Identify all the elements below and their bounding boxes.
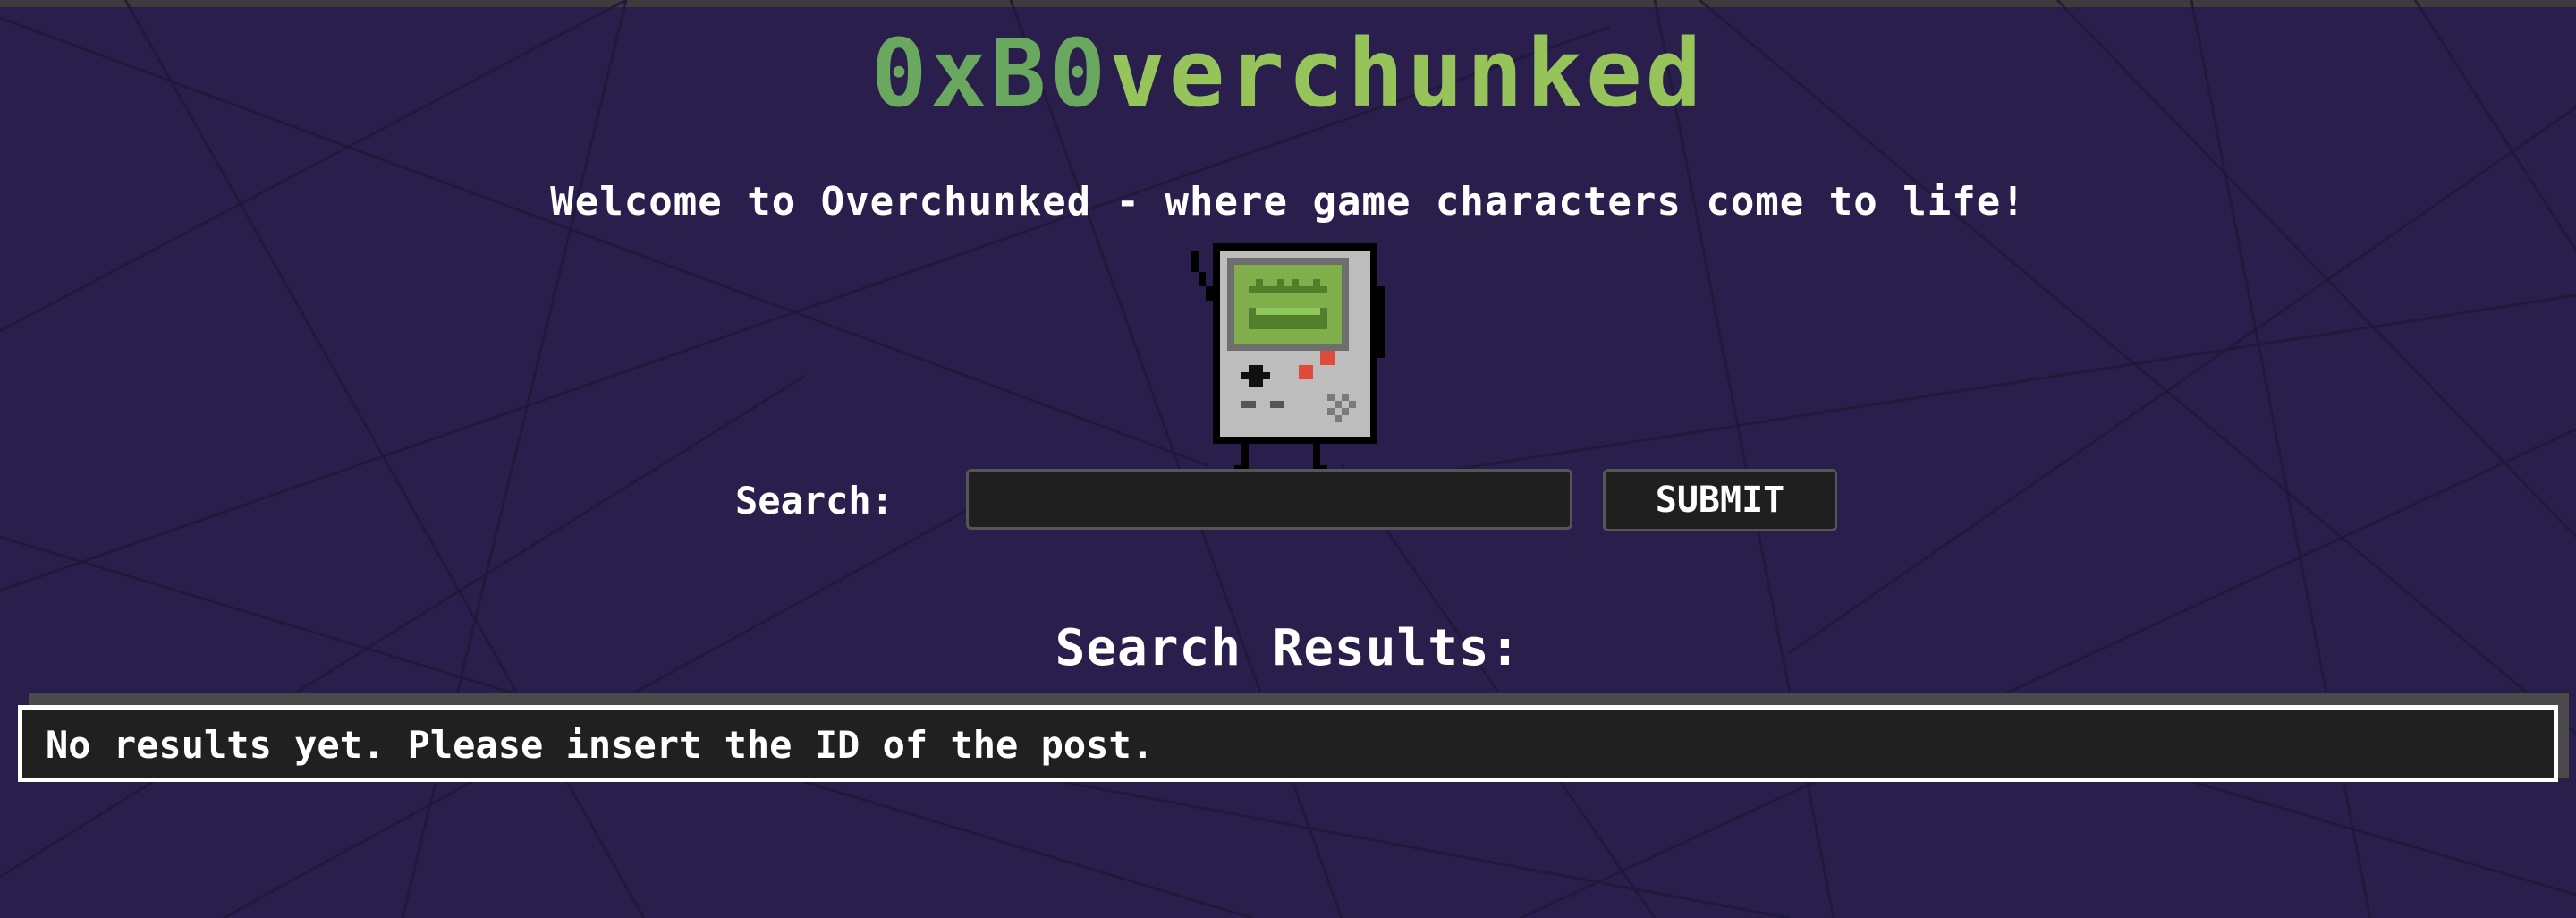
no-results-message: No results yet. Please insert the ID of …: [46, 723, 1155, 767]
welcome-tagline: Welcome to Overchunked - where game char…: [550, 179, 2026, 225]
site-title: 0xB0verchunked: [0, 20, 2576, 127]
site-title-prefix: 0xB0: [870, 19, 1110, 128]
site-title-suffix: verchunked: [1109, 19, 1706, 128]
submit-button[interactable]: SUBMIT: [1603, 469, 1837, 531]
search-results-heading: Search Results:: [1055, 619, 1521, 677]
search-input[interactable]: [966, 469, 1572, 530]
search-results-box: No results yet. Please insert the ID of …: [18, 705, 2558, 782]
gameboy-mascot-icon: [1191, 243, 1385, 472]
search-label: Search:: [735, 479, 894, 523]
page-container: 0xB0verchunked Welcome to Overchunked - …: [0, 0, 2576, 918]
search-form: Search: SUBMIT: [0, 469, 2576, 533]
